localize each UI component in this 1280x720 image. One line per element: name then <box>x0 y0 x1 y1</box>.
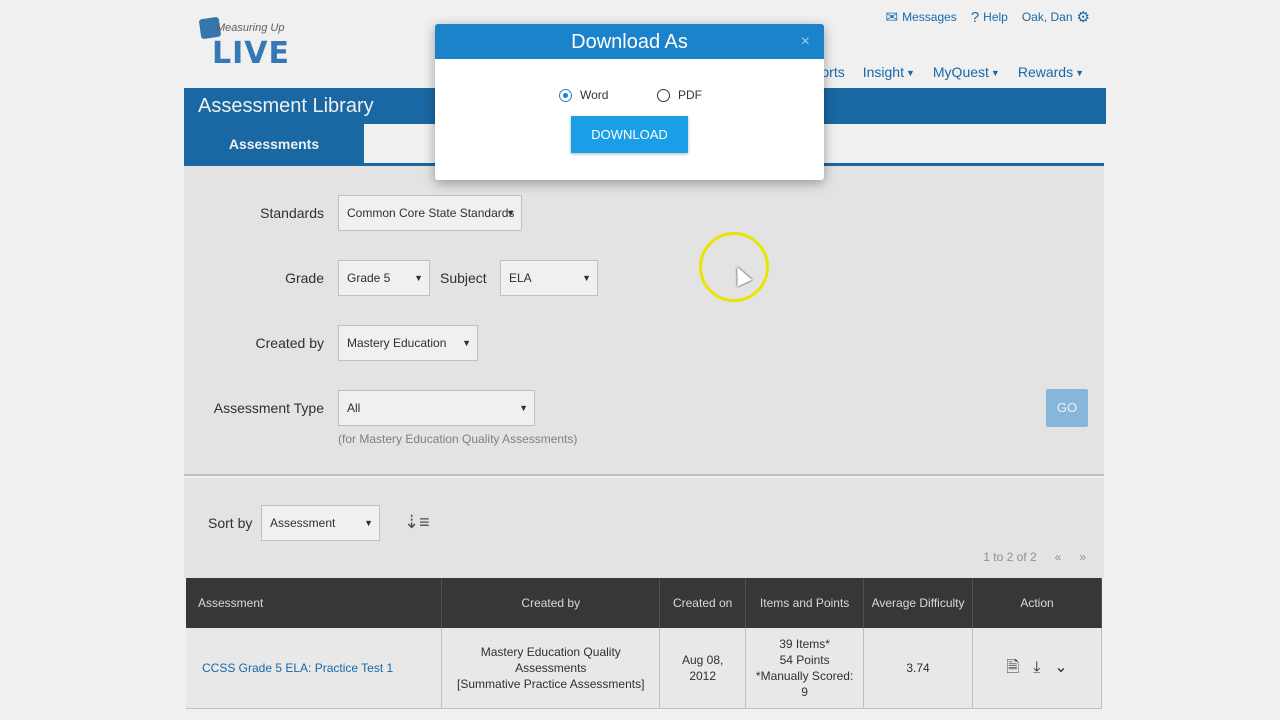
radio-selected-icon <box>559 88 572 102</box>
radio-word-label: Word <box>580 88 609 102</box>
radio-word[interactable]: Word <box>559 88 608 102</box>
radio-pdf[interactable]: PDF <box>657 88 702 102</box>
close-icon[interactable]: × <box>801 24 810 60</box>
download-button[interactable]: DOWNLOAD <box>571 116 688 153</box>
modal-title: Download As <box>571 31 688 53</box>
radio-pdf-label: PDF <box>678 88 702 102</box>
download-modal: Download As × Word PDF DOWNLOAD <box>435 24 824 180</box>
radio-unselected-icon <box>657 88 670 102</box>
modal-header: Download As × <box>435 24 824 59</box>
